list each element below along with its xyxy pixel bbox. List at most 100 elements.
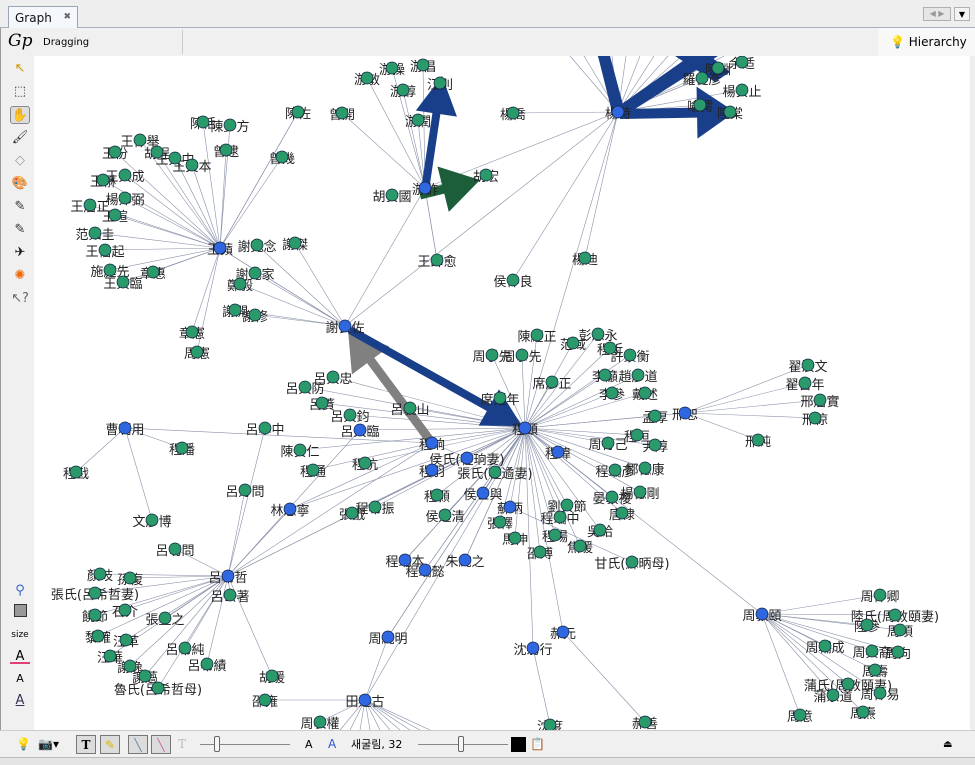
graph-node[interactable] — [530, 328, 544, 342]
graph-node[interactable] — [345, 506, 359, 520]
graph-node[interactable] — [228, 303, 242, 317]
graph-node[interactable] — [638, 386, 652, 400]
graph-node[interactable] — [88, 608, 102, 622]
graph-node[interactable] — [103, 649, 117, 663]
hierarchy-button[interactable]: 💡 Hierarchy — [878, 28, 975, 56]
graph-node[interactable] — [83, 198, 97, 212]
zoom-icon[interactable]: ⚲ — [10, 582, 30, 600]
font-name[interactable]: 새굴림, 32 — [351, 735, 402, 754]
graph-node[interactable] — [605, 490, 619, 504]
graph-node[interactable] — [360, 71, 374, 85]
graph-node[interactable] — [133, 133, 147, 147]
graph-node[interactable] — [888, 608, 902, 622]
clipboard-icon[interactable]: 📋 — [530, 735, 545, 754]
graph-node[interactable] — [891, 645, 905, 659]
graph-node[interactable] — [248, 308, 262, 322]
graph-node[interactable] — [508, 531, 522, 545]
graph-node[interactable] — [591, 327, 605, 341]
graph-node[interactable] — [793, 708, 807, 722]
graph-node[interactable] — [343, 408, 357, 422]
graph-node[interactable] — [151, 681, 165, 695]
graph-node[interactable] — [460, 451, 474, 465]
graph-node[interactable] — [678, 406, 692, 420]
graph-node[interactable] — [578, 251, 592, 265]
graph-node[interactable] — [385, 188, 399, 202]
graph-node[interactable] — [648, 438, 662, 452]
graph-node[interactable] — [506, 273, 520, 287]
graph-node[interactable] — [118, 603, 132, 617]
graph-node[interactable] — [108, 145, 122, 159]
graph-node[interactable] — [175, 441, 189, 455]
graph-node[interactable] — [638, 715, 652, 729]
font-color-icon[interactable]: A — [10, 648, 30, 664]
graph-node[interactable] — [543, 718, 557, 730]
graph-node[interactable] — [611, 105, 625, 119]
graph-node[interactable] — [711, 61, 725, 75]
pointer-icon[interactable]: ↖ — [10, 60, 30, 78]
graph-node[interactable] — [138, 669, 152, 683]
graph-node[interactable] — [808, 411, 822, 425]
gear-icon[interactable]: ✺ — [10, 267, 30, 285]
graph-node[interactable] — [93, 567, 107, 581]
graph-node[interactable] — [223, 588, 237, 602]
graph-node[interactable] — [515, 348, 529, 362]
graph-node[interactable] — [146, 265, 160, 279]
graph-node[interactable] — [438, 508, 452, 522]
graph-node[interactable] — [416, 58, 430, 72]
graph-node[interactable] — [818, 639, 832, 653]
graph-node[interactable] — [118, 191, 132, 205]
camera-icon[interactable]: 📷▾ — [38, 735, 59, 754]
graph-node[interactable] — [623, 348, 637, 362]
graph-node[interactable] — [250, 238, 264, 252]
graph-node[interactable] — [358, 456, 372, 470]
graph-node[interactable] — [893, 623, 907, 637]
diamond-icon[interactable]: ◇ — [10, 152, 30, 170]
graph-node[interactable] — [118, 168, 132, 182]
graph-node[interactable] — [315, 396, 329, 410]
label-color-toggle[interactable]: ✎ — [100, 735, 120, 754]
graph-node[interactable] — [638, 461, 652, 475]
tab-nav-buttons[interactable]: ◀ ▶ — [923, 7, 951, 21]
graph-node[interactable] — [69, 465, 83, 479]
font-decrease-icon[interactable]: A — [305, 735, 313, 754]
graph-node[interactable] — [630, 428, 644, 442]
graph-node[interactable] — [873, 588, 887, 602]
close-icon[interactable]: ✖ — [63, 12, 71, 22]
graph-node[interactable] — [200, 657, 214, 671]
graph-node[interactable] — [533, 545, 547, 559]
graph-node[interactable] — [723, 105, 737, 119]
graph-node[interactable] — [479, 168, 493, 182]
graph-node[interactable] — [556, 625, 570, 639]
graph-node[interactable] — [493, 391, 507, 405]
edge-pencil-icon[interactable]: ✎ — [10, 221, 30, 239]
graph-node[interactable] — [856, 705, 870, 719]
graph-node[interactable] — [145, 513, 159, 527]
graph-svg[interactable]: 王蘋謝良佐游酢楊時程頤程珦呂希哲周敦頤田述古周純明沈躬行郝元邢恕曹利用林志寧程端… — [34, 56, 970, 730]
graph-node[interactable] — [196, 115, 210, 129]
graph-node[interactable] — [545, 375, 559, 389]
graph-node[interactable] — [418, 181, 432, 195]
drag-hand-icon[interactable]: ✋ — [10, 106, 30, 124]
graph-node[interactable] — [573, 539, 587, 553]
graph-node[interactable] — [116, 275, 130, 289]
graph-node[interactable] — [526, 641, 540, 655]
graph-node[interactable] — [418, 563, 432, 577]
graph-node[interactable] — [751, 433, 765, 447]
graph-node[interactable] — [213, 241, 227, 255]
graph-node[interactable] — [868, 663, 882, 677]
graph-node[interactable] — [485, 348, 499, 362]
graph-node[interactable] — [593, 523, 607, 537]
graph-node[interactable] — [88, 226, 102, 240]
label-size-slider-handle[interactable] — [214, 736, 220, 752]
graph-node[interactable] — [291, 105, 305, 119]
graph-node[interactable] — [860, 618, 874, 632]
graph-node[interactable] — [430, 488, 444, 502]
graph-node[interactable] — [476, 486, 490, 500]
graph-node[interactable] — [631, 368, 645, 382]
font-size-icon[interactable]: A — [10, 670, 30, 688]
edge-label-icon[interactable]: T — [178, 735, 186, 754]
graph-node[interactable] — [178, 641, 192, 655]
graph-node[interactable] — [566, 336, 580, 350]
graph-node[interactable] — [755, 607, 769, 621]
graph-node[interactable] — [185, 325, 199, 339]
